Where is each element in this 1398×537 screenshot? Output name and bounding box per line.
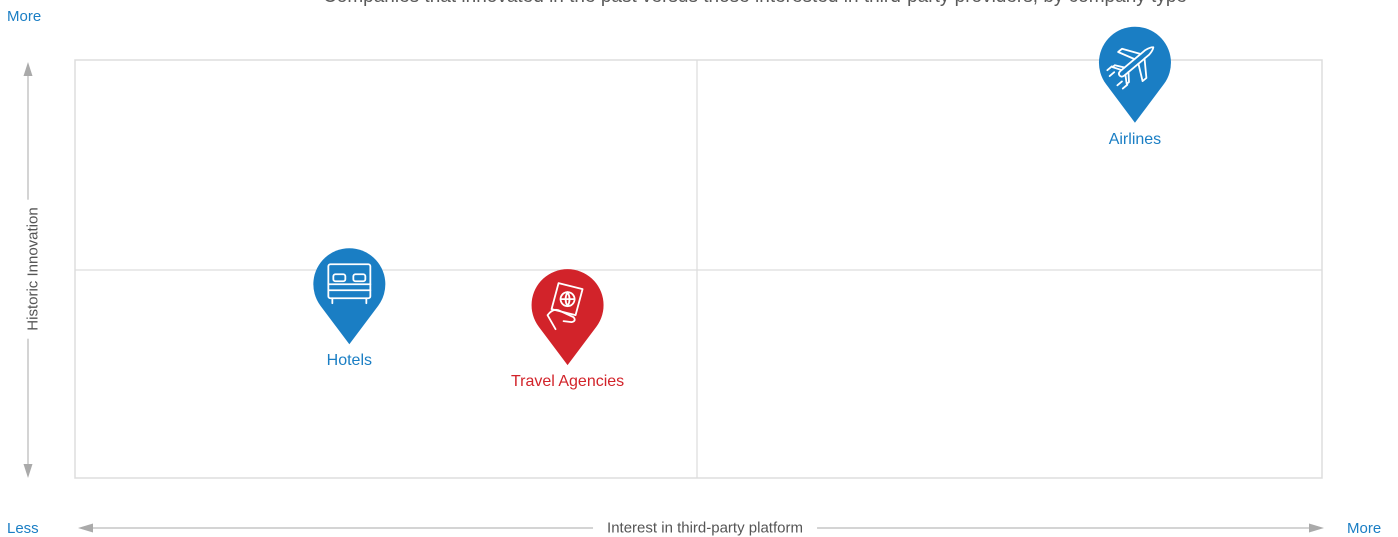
quadrant-chart bbox=[23, 26, 1324, 533]
map-pin-marker bbox=[1098, 26, 1171, 123]
y-axis-arrowhead-down bbox=[23, 464, 33, 478]
y-axis-arrowhead-up bbox=[23, 62, 33, 76]
map-pin-marker bbox=[313, 248, 386, 345]
point-label: Travel Agencies bbox=[510, 373, 625, 391]
x-axis-arrowhead-left bbox=[78, 523, 93, 533]
x-axis-arrowhead-right bbox=[1309, 523, 1324, 533]
data-point-travel-agencies bbox=[531, 269, 604, 366]
data-point-airlines bbox=[1098, 26, 1171, 123]
data-point-hotels bbox=[313, 248, 386, 345]
point-label: Hotels bbox=[326, 352, 373, 370]
map-pin-marker bbox=[531, 269, 604, 366]
y-axis-title: Historic Innovation bbox=[24, 199, 42, 339]
x-axis-title: Interest in third-party platform bbox=[593, 519, 817, 537]
point-label: Airlines bbox=[1108, 130, 1162, 148]
